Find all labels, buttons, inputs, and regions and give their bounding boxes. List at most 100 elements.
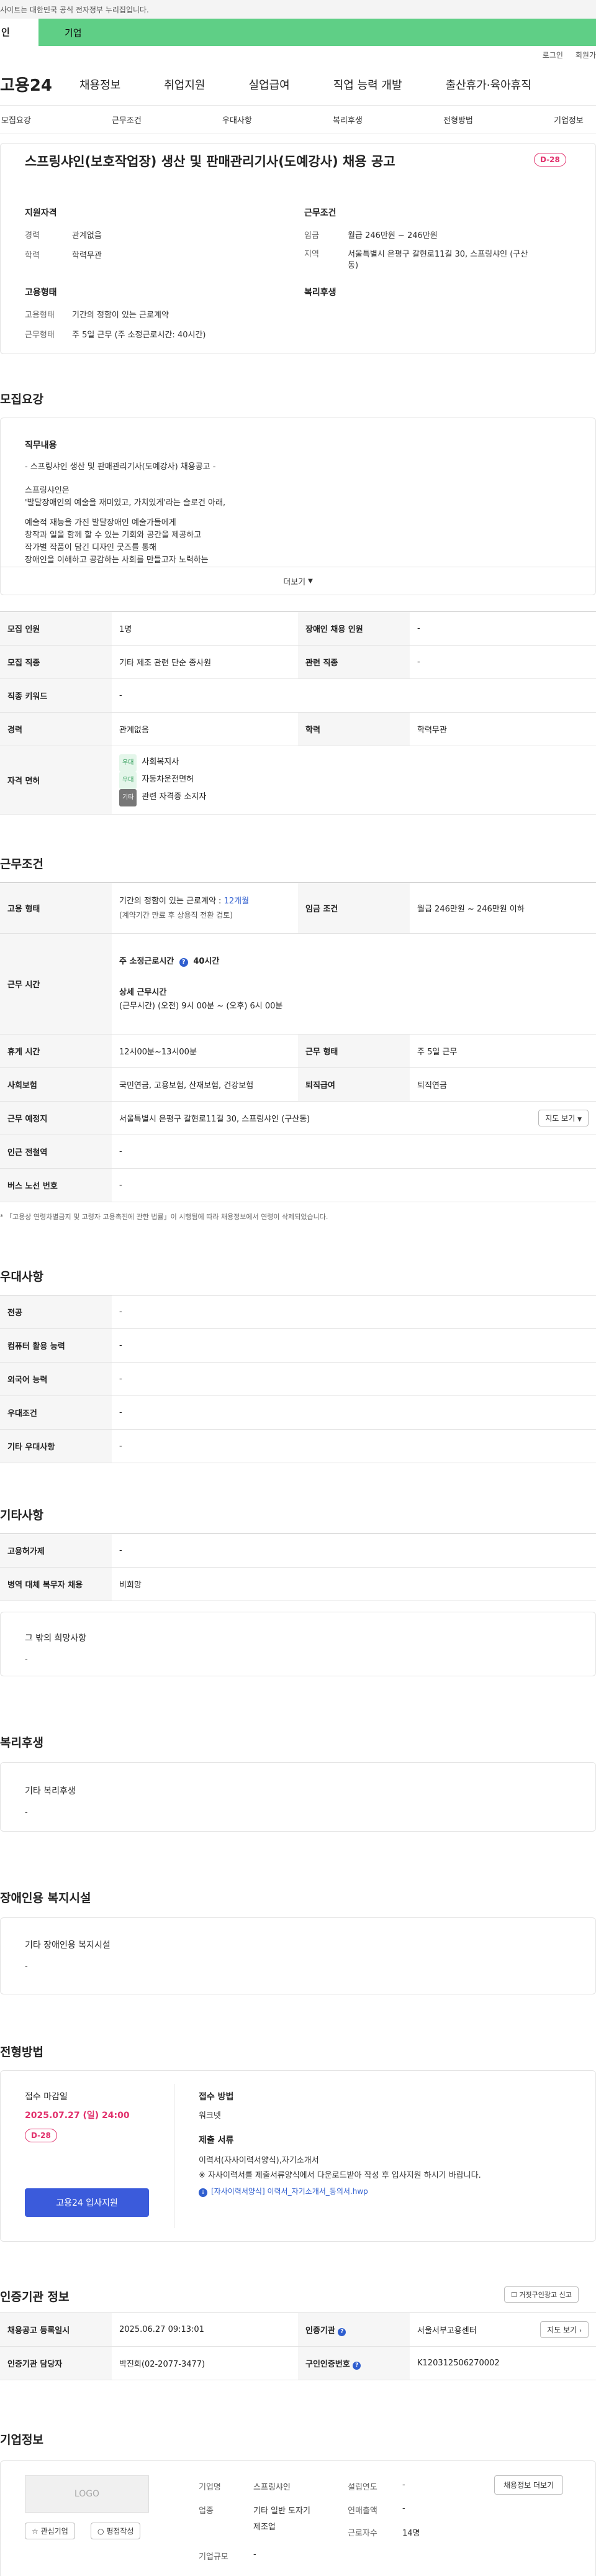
table-row: 채용공고 등록일시 2025.06.27 09:13:01 인증기관 ? 서울서… — [0, 2313, 596, 2347]
license-name: 자동차운전면허 — [142, 774, 194, 784]
method-value: 워크넷 — [199, 2111, 221, 2121]
gov-notice-bar: 사이트는 대한민국 공식 전자정부 누리집입니다. — [0, 0, 596, 19]
info-icon[interactable]: ? — [338, 2327, 346, 2336]
section-anchor-nav: 모집요강 근무조건 우대사항 복리후생 전형방법 기업정보 — [0, 106, 596, 134]
nav-employment-support[interactable]: 취업지원 — [164, 76, 205, 93]
more-button[interactable]: 더보기 ▼ — [0, 567, 596, 595]
join-link[interactable]: 회원가 — [576, 50, 596, 60]
table-header-cell: 고용 형태 — [0, 882, 112, 934]
table-cell: - — [112, 1168, 596, 1202]
audience-tabs: 인 기업 — [0, 19, 596, 46]
table-row: 전공 - — [0, 1295, 596, 1329]
table-row: 인증기관 담당자 박진희(02-2077-3477) 구인인증번호 ? K120… — [0, 2346, 596, 2380]
apply-button[interactable]: 고용24 입사지원 — [25, 2188, 149, 2217]
anchor-work[interactable]: 근무조건 — [112, 114, 142, 126]
rate-company-button[interactable]: ○ 평점작성 — [91, 2523, 141, 2539]
job-title: 스프링샤인(보호작업장) 생산 및 판매관리기사(도예강사) 채용 공고 — [25, 154, 395, 169]
work-place-value: 서울특별시 은평구 갈현로11길 30, 스프링샤인 (구산동) — [119, 1115, 310, 1124]
company-name-label: 기업명 — [199, 2483, 221, 2492]
table-header-cell: 임금 조건 — [298, 882, 410, 934]
table-row: 버스 노선 번호 - — [0, 1168, 596, 1202]
cond-value-cont: 동) — [348, 261, 359, 270]
nav-parental-leave[interactable]: 출산휴가·육아휴직 — [446, 76, 531, 93]
cert-map-button[interactable]: 지도 보기 › — [540, 2321, 589, 2338]
table-header-cell: 근무 형태 — [298, 1034, 410, 1068]
table-header-cell: 인근 전철역 — [0, 1135, 112, 1169]
industry-value: 기타 일반 도자기 — [253, 2506, 310, 2516]
company-logo: LOGO — [25, 2475, 149, 2513]
duty-title: 직무내용 — [25, 441, 57, 450]
table-row: 직종 키워드 - — [0, 678, 596, 713]
table-cell: - — [112, 1533, 596, 1568]
report-fake-ad-button[interactable]: ☐ 거짓구인광고 신고 — [504, 2286, 579, 2303]
table-cell: 학력무관 — [410, 712, 596, 746]
duty-line: 예술적 재능을 가진 발달장애인 예술가들에게 — [25, 518, 176, 528]
info-icon[interactable]: ? — [353, 2361, 361, 2370]
more-jobs-button[interactable]: 채용정보 더보기 — [494, 2475, 564, 2495]
other-wishes-value: - — [25, 1655, 28, 1665]
download-icon: ↓ — [199, 2188, 207, 2197]
table-header-cell: 외국어 능력 — [0, 1362, 112, 1396]
tab-company[interactable]: 기업 — [38, 19, 596, 46]
cond-label: 지역 — [304, 250, 319, 259]
gov-notice-text: 사이트는 대한민국 공식 전자정부 누리집입니다. — [0, 5, 149, 14]
detail-hours-value: (근무시간) (오전) 9시 00분 ~ (오후) 6시 00분 — [119, 1001, 283, 1011]
pref-table: 전공 - 컴퓨터 활용 능력 - 외국어 능력 - 우대조건 - 기타 우대사항 - — [0, 1295, 596, 1463]
duty-line: 작가별 작품이 담긴 디자인 굿즈를 통해 — [25, 543, 157, 552]
nav-unemployment-benefits[interactable]: 실업급여 — [249, 76, 290, 93]
table-cell: - — [112, 1295, 596, 1329]
other-wishes-title: 그 밖의 희망사항 — [25, 1633, 87, 1643]
license-cell: 우대 사회복지사 우대 자동차운전면허 기타 관련 자격증 소지자 — [112, 746, 596, 815]
company-size-label: 기업규모 — [199, 2552, 228, 2562]
anchor-company[interactable]: 기업정보 — [554, 114, 584, 126]
sales-label: 연매출액 — [348, 2506, 377, 2516]
anchor-recruit[interactable]: 모집요강 — [1, 114, 31, 126]
welfare-section-title: 복리후생 — [0, 1736, 43, 1750]
disabled-box-value: - — [25, 1962, 28, 1971]
resume-form-link[interactable]: ↓ [자사이력서양식] 이력서_자기소개서_동의서.hwp — [199, 2186, 368, 2197]
table-cell: - — [410, 645, 596, 679]
anchor-screening[interactable]: 전형방법 — [443, 114, 473, 126]
weekly-hours-label: 주 소정근로시간 — [119, 956, 174, 966]
login-link[interactable]: 로그인 — [543, 50, 563, 60]
table-header-cell: 직종 키워드 — [0, 678, 112, 713]
table-cell: - — [112, 1135, 596, 1169]
table-header-cell: 구인인증번호 ? — [298, 2346, 410, 2380]
cert-number-label: 구인인증번호 — [305, 2359, 350, 2369]
table-row: 사회보험 국민연금, 고용보험, 산재보험, 건강보험 퇴직급여 퇴직연금 — [0, 1067, 596, 1102]
emp-label: 고용형태 — [25, 311, 55, 320]
map-view-button[interactable]: 지도 보기 ▼ — [538, 1110, 589, 1126]
nav-job-training[interactable]: 직업 능력 개발 — [333, 76, 402, 93]
info-icon[interactable]: ? — [179, 957, 188, 967]
star-icon: ☆ — [32, 2527, 38, 2536]
disabled-section-title: 장애인용 복지시설 — [0, 1891, 91, 1905]
anchor-pref[interactable]: 우대사항 — [222, 114, 252, 126]
favorite-label: 관심기업 — [40, 2527, 68, 2536]
duty-line: 창작과 일을 함께 할 수 있는 기회와 공간을 제공하고 — [25, 531, 202, 540]
qual-value: 학력무관 — [72, 251, 102, 260]
nav-jobs[interactable]: 채용정보 — [79, 76, 120, 93]
rate-label: 평점작성 — [106, 2527, 134, 2536]
table-header-cell: 사회보험 — [0, 1067, 112, 1102]
table-header-cell: 자격 면허 — [0, 746, 112, 815]
license-item: 우대 사회복지사 — [119, 754, 589, 772]
condition-title: 근무조건 — [304, 208, 336, 218]
disabled-card — [0, 1917, 596, 1994]
founded-value: - — [402, 2480, 405, 2490]
tab-person[interactable]: 인 — [0, 19, 38, 46]
table-cell: - — [112, 1362, 596, 1396]
table-cell: - — [112, 1429, 596, 1463]
table-cell: 기간의 정함이 있는 근로계약 : 12개월 (계약기간 만료 후 상용직 전환… — [112, 882, 298, 934]
table-header-cell: 컴퓨터 활용 능력 — [0, 1328, 112, 1363]
table-header-cell: 모집 인원 — [0, 611, 112, 646]
anchor-welfare[interactable]: 복리후생 — [333, 114, 363, 126]
license-name: 관련 자격증 소지자 — [142, 792, 207, 802]
cond-value: 월급 246만원 ~ 246만원 — [348, 231, 438, 240]
table-cell: 주 5일 근무 — [410, 1034, 596, 1068]
table-cell: 국민연금, 고용보험, 산재보험, 건강보험 — [112, 1067, 298, 1102]
deadline-value: 2025.07.27 (일) 24:00 — [25, 2111, 130, 2121]
cert-table: 채용공고 등록일시 2025.06.27 09:13:01 인증기관 ? 서울서… — [0, 2313, 596, 2380]
favorite-company-button[interactable]: ☆ 관심기업 — [25, 2523, 75, 2539]
site-logo[interactable]: 고용24 — [0, 73, 74, 96]
duty-line: 장애인을 이해하고 공감하는 사회를 만들고자 노력하는 — [25, 555, 209, 565]
